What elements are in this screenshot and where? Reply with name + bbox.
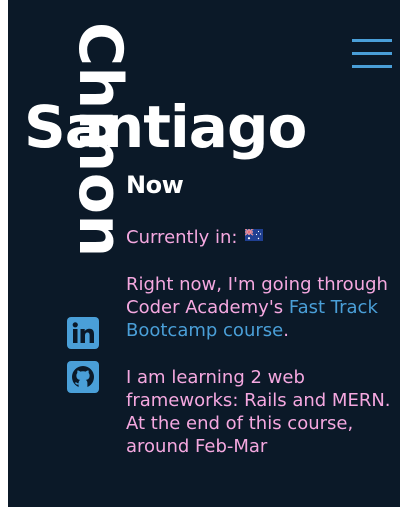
- learning-paragraph: I am learning 2 web frameworks: Rails an…: [126, 367, 391, 457]
- first-name-heading: Santiago: [24, 93, 307, 161]
- linkedin-icon[interactable]: [67, 317, 99, 349]
- now-section: Now Currently in: Right now, I'm going t…: [126, 170, 394, 482]
- last-name-text: Chmon: [65, 22, 135, 258]
- menu-bar: [352, 65, 392, 68]
- github-icon[interactable]: [67, 361, 99, 393]
- currently-in: Currently in:: [126, 226, 394, 249]
- bootcamp-period: .: [283, 320, 289, 341]
- menu-bar: [352, 39, 392, 42]
- page: Chmon Santiago Now Currently in: Right n…: [8, 0, 400, 507]
- now-title: Now: [126, 171, 184, 199]
- hamburger-menu-icon[interactable]: [352, 38, 392, 70]
- bootcamp-paragraph: Right now, I'm going through Coder Acade…: [126, 273, 394, 342]
- last-name-vertical: Chmon: [65, 22, 135, 312]
- currently-in-label: Currently in:: [126, 227, 238, 248]
- menu-bar: [352, 52, 392, 55]
- australia-flag-icon: [245, 229, 264, 241]
